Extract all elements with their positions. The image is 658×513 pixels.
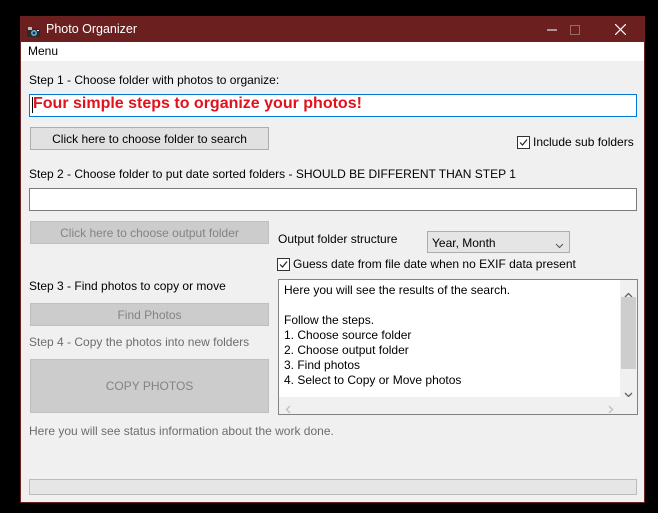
close-icon bbox=[615, 24, 626, 35]
results-line: Here you will see the results of the sea… bbox=[284, 283, 511, 297]
scrollbar-corner bbox=[620, 397, 637, 414]
checkbox-checked-icon bbox=[517, 135, 530, 149]
window-title: Photo Organizer bbox=[46, 22, 138, 36]
scroll-right-arrow-icon[interactable] bbox=[608, 401, 614, 419]
find-photos-button[interactable]: Find Photos bbox=[30, 303, 269, 326]
vertical-scrollbar[interactable] bbox=[620, 280, 637, 398]
menu-bar: Menu bbox=[21, 42, 644, 61]
maximize-button[interactable] bbox=[552, 17, 597, 42]
guess-date-label: Guess date from file date when no EXIF d… bbox=[293, 257, 576, 271]
results-line bbox=[284, 298, 510, 313]
title-bar[interactable]: Photo Organizer bbox=[21, 17, 644, 42]
vertical-scroll-thumb[interactable] bbox=[621, 297, 636, 369]
results-textarea[interactable]: Here you will see the results of the sea… bbox=[278, 279, 638, 415]
source-folder-input[interactable]: Four simple steps to organize your photo… bbox=[29, 94, 637, 117]
results-line: 3. Find photos bbox=[284, 358, 361, 372]
horizontal-scrollbar[interactable] bbox=[279, 397, 620, 414]
photo-organizer-window: Photo Organizer Menu Step 1 - Choose fol… bbox=[20, 16, 645, 503]
step4-label: Step 4 - Copy the photos into new folder… bbox=[29, 335, 250, 349]
camera-icon bbox=[27, 24, 40, 37]
step1-label: Step 1 - Choose folder with photos to or… bbox=[29, 73, 280, 87]
guess-date-checkbox[interactable]: Guess date from file date when no EXIF d… bbox=[277, 257, 576, 271]
results-content: Here you will see the results of the sea… bbox=[284, 283, 510, 388]
output-structure-label: Output folder structure bbox=[278, 232, 398, 246]
results-line: 2. Choose output folder bbox=[284, 343, 409, 357]
progress-bar bbox=[29, 479, 637, 495]
choose-source-folder-button[interactable]: Click here to choose folder to search bbox=[30, 127, 269, 150]
output-structure-value: Year, Month bbox=[432, 236, 496, 250]
close-button[interactable] bbox=[598, 17, 643, 42]
choose-output-folder-button[interactable]: Click here to choose output folder bbox=[30, 221, 269, 244]
scroll-left-arrow-icon[interactable] bbox=[285, 401, 291, 419]
checkbox-checked-icon bbox=[277, 257, 290, 271]
step2-label: Step 2 - Choose folder to put date sorte… bbox=[29, 167, 516, 181]
source-folder-value: Four simple steps to organize your photo… bbox=[33, 95, 362, 112]
status-text: Here you will see status information abo… bbox=[29, 424, 334, 438]
step3-label: Step 3 - Find photos to copy or move bbox=[29, 279, 226, 293]
output-folder-input[interactable] bbox=[29, 188, 637, 211]
results-line: Follow the steps. bbox=[284, 313, 375, 327]
include-sub-folders-checkbox[interactable]: Include sub folders bbox=[517, 135, 634, 149]
maximize-icon bbox=[569, 24, 580, 35]
output-structure-select[interactable]: Year, Month bbox=[427, 231, 570, 253]
menu-item-menu[interactable]: Menu bbox=[28, 44, 58, 58]
include-sub-folders-label: Include sub folders bbox=[533, 135, 634, 149]
chevron-down-icon bbox=[555, 238, 564, 252]
copy-photos-button[interactable]: COPY PHOTOS bbox=[30, 359, 269, 413]
results-line: 1. Choose source folder bbox=[284, 328, 412, 342]
results-line: 4. Select to Copy or Move photos bbox=[284, 373, 462, 387]
